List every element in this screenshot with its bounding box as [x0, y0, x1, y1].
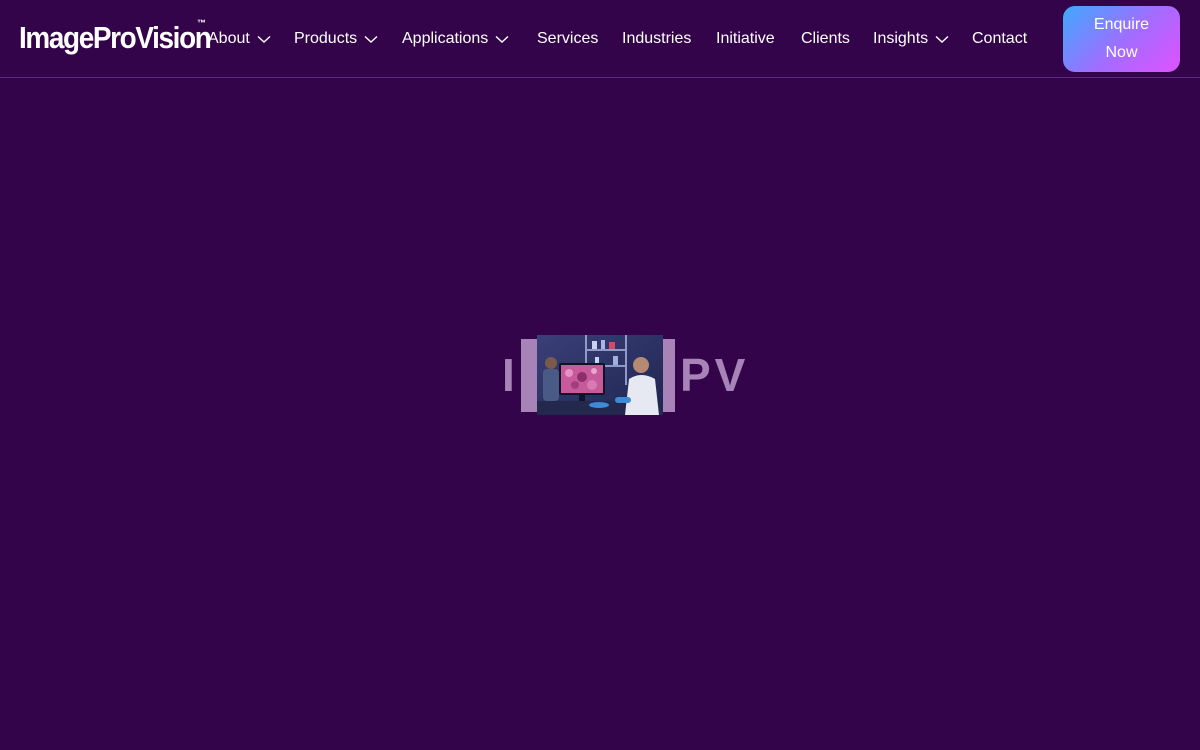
chevron-down-icon [364, 32, 378, 46]
preloader-logo: I PV [500, 330, 760, 420]
nav-item-insights[interactable]: Insights [873, 27, 949, 51]
cta-line-1: Enquire [1093, 16, 1150, 33]
logo-trademark: ™ [197, 18, 206, 28]
nav-item-label: About [208, 30, 250, 47]
preloader-bar-right [663, 339, 675, 412]
nav-item-label: Contact [972, 30, 1028, 47]
nav-item-label: Services [537, 30, 599, 47]
nav-item-about[interactable]: About [208, 27, 271, 51]
preloader-bar-left [521, 339, 537, 412]
nav-item-label: Clients [801, 30, 850, 47]
logo[interactable]: ImageProVision ™ [19, 18, 232, 58]
preloader-image [537, 335, 663, 415]
nav-item-services[interactable]: Services [537, 27, 598, 51]
chevron-down-icon [495, 32, 509, 46]
nav-item-label: Insights [873, 30, 929, 47]
chevron-down-icon [257, 32, 271, 46]
enquire-now-button[interactable]: Enquire Now [1063, 6, 1180, 72]
nav-item-contact[interactable]: Contact [972, 27, 1027, 51]
site-header: ImageProVision ™ About Products Applicat… [0, 0, 1200, 78]
nav-item-label: Initiative [716, 30, 775, 47]
preloader-letter-i: I [502, 349, 519, 401]
nav-item-applications[interactable]: Applications [402, 27, 509, 51]
preloader-letters-pv: PV [680, 349, 750, 401]
nav-item-clients[interactable]: Clients [801, 27, 850, 51]
nav-item-label: Industries [622, 30, 692, 47]
chevron-down-icon [935, 32, 949, 46]
nav-item-initiative[interactable]: Initiative [716, 27, 775, 51]
cta-line-2: Now [1105, 44, 1138, 61]
nav-item-industries[interactable]: Industries [622, 27, 691, 51]
lab-scientist-image [537, 335, 663, 415]
nav-item-label: Products [294, 30, 358, 47]
nav-item-label: Applications [402, 30, 489, 47]
nav-item-products[interactable]: Products [294, 27, 378, 51]
logo-text: ImageProVision [19, 20, 212, 55]
